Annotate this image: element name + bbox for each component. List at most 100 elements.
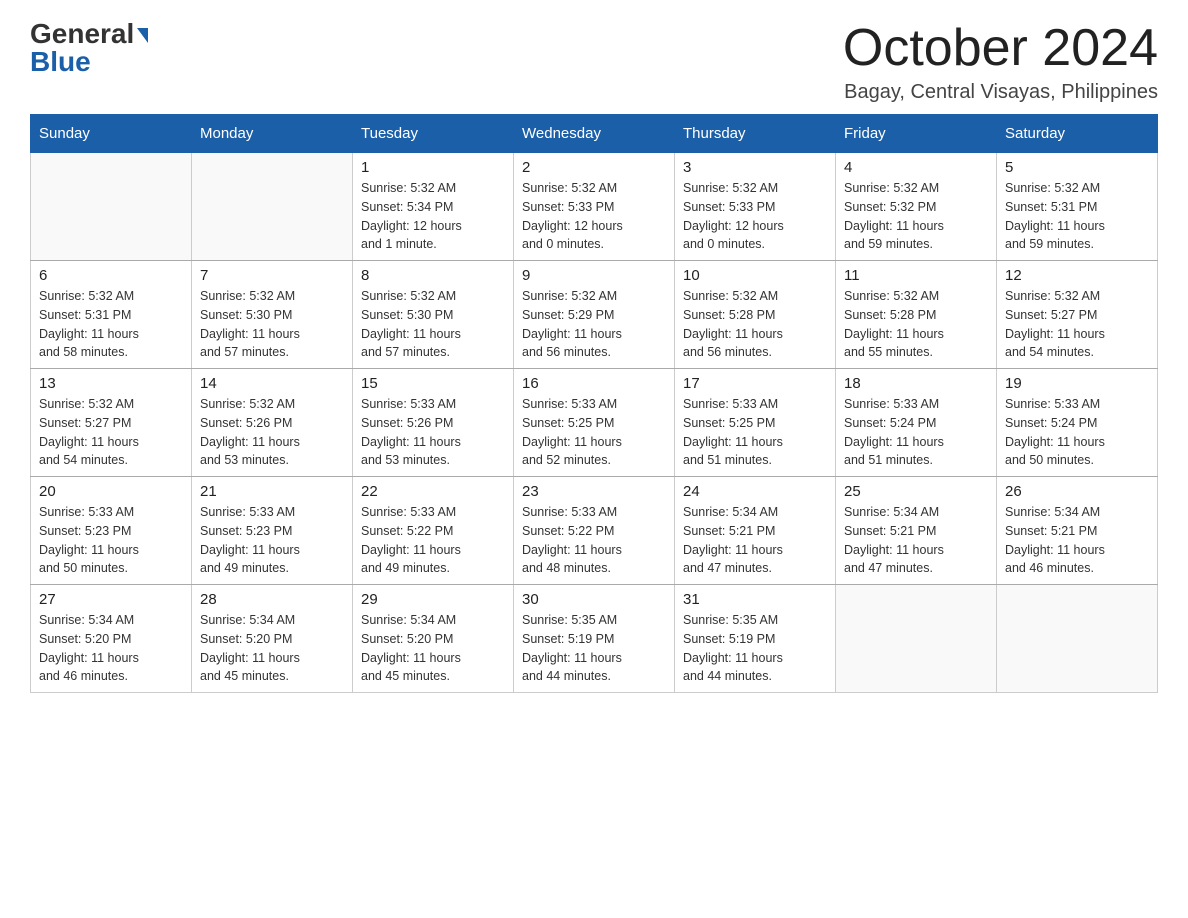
day-number: 1	[361, 159, 505, 176]
day-number: 2	[522, 159, 666, 176]
day-number: 29	[361, 591, 505, 608]
calendar-week-row: 27 Sunrise: 5:34 AM Sunset: 5:20 PM Dayli…	[31, 585, 1158, 693]
day-info: Sunrise: 5:34 AM Sunset: 5:20 PM Dayligh…	[361, 611, 505, 686]
calendar-day-cell: 5 Sunrise: 5:32 AM Sunset: 5:31 PM Daylig…	[997, 153, 1158, 261]
day-info: Sunrise: 5:32 AM Sunset: 5:27 PM Dayligh…	[39, 395, 183, 470]
day-number: 18	[844, 375, 988, 392]
calendar-week-row: 6 Sunrise: 5:32 AM Sunset: 5:31 PM Daylig…	[31, 261, 1158, 369]
day-number: 17	[683, 375, 827, 392]
calendar-day-cell: 19 Sunrise: 5:33 AM Sunset: 5:24 PM Dayli…	[997, 369, 1158, 477]
calendar-day-cell: 3Sunrise: 5:32 AM Sunset: 5:33 PM Daylig…	[675, 153, 836, 261]
calendar-day-cell	[31, 153, 192, 261]
calendar-day-cell: 15Sunrise: 5:33 AM Sunset: 5:26 PM Dayli…	[353, 369, 514, 477]
day-info: Sunrise: 5:32 AM Sunset: 5:28 PM Dayligh…	[844, 287, 988, 362]
day-info: Sunrise: 5:32 AM Sunset: 5:28 PM Dayligh…	[683, 287, 827, 362]
day-number: 27	[39, 591, 183, 608]
page-header: General Blue October 2024 Bagay, Central…	[30, 20, 1158, 104]
day-info: Sunrise: 5:34 AM Sunset: 5:21 PM Dayligh…	[844, 503, 988, 578]
day-info: Sunrise: 5:33 AM Sunset: 5:22 PM Dayligh…	[522, 503, 666, 578]
calendar-header: SundayMondayTuesdayWednesdayThursdayFrid…	[31, 115, 1158, 153]
day-number: 25	[844, 483, 988, 500]
calendar-day-cell: 10 Sunrise: 5:32 AM Sunset: 5:28 PM Dayli…	[675, 261, 836, 369]
calendar-body: 1 Sunrise: 5:32 AM Sunset: 5:34 PM Daylig…	[31, 153, 1158, 693]
location-title: Bagay, Central Visayas, Philippines	[843, 81, 1158, 104]
calendar-day-cell: 18 Sunrise: 5:33 AM Sunset: 5:24 PM Dayli…	[836, 369, 997, 477]
calendar-day-cell: 11 Sunrise: 5:32 AM Sunset: 5:28 PM Dayli…	[836, 261, 997, 369]
weekday-header-monday: Monday	[192, 115, 353, 153]
day-info: Sunrise: 5:33 AM Sunset: 5:22 PM Dayligh…	[361, 503, 505, 578]
calendar-day-cell: 16 Sunrise: 5:33 AM Sunset: 5:25 PM Dayli…	[514, 369, 675, 477]
day-number: 7	[200, 267, 344, 284]
day-info: Sunrise: 5:34 AM Sunset: 5:21 PM Dayligh…	[683, 503, 827, 578]
day-number: 19	[1005, 375, 1149, 392]
day-info: Sunrise: 5:34 AM Sunset: 5:21 PM Dayligh…	[1005, 503, 1149, 578]
day-number: 30	[522, 591, 666, 608]
weekday-header-saturday: Saturday	[997, 115, 1158, 153]
day-number: 22	[361, 483, 505, 500]
calendar-day-cell: 27Sunrise: 5:34 AM Sunset: 5:20 PM Dayli…	[31, 585, 192, 693]
day-number: 6	[39, 267, 183, 284]
calendar-day-cell: 4Sunrise: 5:32 AM Sunset: 5:32 PM Daylig…	[836, 153, 997, 261]
calendar-day-cell: 6 Sunrise: 5:32 AM Sunset: 5:31 PM Daylig…	[31, 261, 192, 369]
day-number: 14	[200, 375, 344, 392]
day-number: 5	[1005, 159, 1149, 176]
day-number: 21	[200, 483, 344, 500]
day-number: 20	[39, 483, 183, 500]
calendar-day-cell: 1 Sunrise: 5:32 AM Sunset: 5:34 PM Daylig…	[353, 153, 514, 261]
day-info: Sunrise: 5:33 AM Sunset: 5:25 PM Dayligh…	[522, 395, 666, 470]
day-number: 10	[683, 267, 827, 284]
calendar-day-cell: 9Sunrise: 5:32 AM Sunset: 5:29 PM Daylig…	[514, 261, 675, 369]
day-info: Sunrise: 5:34 AM Sunset: 5:20 PM Dayligh…	[200, 611, 344, 686]
logo: General Blue	[30, 20, 148, 76]
day-number: 13	[39, 375, 183, 392]
day-info: Sunrise: 5:33 AM Sunset: 5:23 PM Dayligh…	[200, 503, 344, 578]
calendar-table: SundayMondayTuesdayWednesdayThursdayFrid…	[30, 114, 1158, 693]
day-info: Sunrise: 5:32 AM Sunset: 5:33 PM Dayligh…	[683, 179, 827, 254]
logo-blue: Blue	[30, 46, 91, 77]
day-info: Sunrise: 5:32 AM Sunset: 5:27 PM Dayligh…	[1005, 287, 1149, 362]
weekday-header-friday: Friday	[836, 115, 997, 153]
day-number: 23	[522, 483, 666, 500]
calendar-day-cell: 12Sunrise: 5:32 AM Sunset: 5:27 PM Dayli…	[997, 261, 1158, 369]
calendar-day-cell: 23 Sunrise: 5:33 AM Sunset: 5:22 PM Dayli…	[514, 477, 675, 585]
day-number: 8	[361, 267, 505, 284]
weekday-header-row: SundayMondayTuesdayWednesdayThursdayFrid…	[31, 115, 1158, 153]
calendar-day-cell: 21 Sunrise: 5:33 AM Sunset: 5:23 PM Dayli…	[192, 477, 353, 585]
calendar-day-cell: 30 Sunrise: 5:35 AM Sunset: 5:19 PM Dayli…	[514, 585, 675, 693]
day-number: 26	[1005, 483, 1149, 500]
calendar-day-cell: 14Sunrise: 5:32 AM Sunset: 5:26 PM Dayli…	[192, 369, 353, 477]
day-info: Sunrise: 5:32 AM Sunset: 5:33 PM Dayligh…	[522, 179, 666, 254]
day-number: 9	[522, 267, 666, 284]
weekday-header-tuesday: Tuesday	[353, 115, 514, 153]
calendar-day-cell: 7Sunrise: 5:32 AM Sunset: 5:30 PM Daylig…	[192, 261, 353, 369]
day-info: Sunrise: 5:32 AM Sunset: 5:31 PM Dayligh…	[1005, 179, 1149, 254]
calendar-day-cell: 13 Sunrise: 5:32 AM Sunset: 5:27 PM Dayli…	[31, 369, 192, 477]
day-info: Sunrise: 5:32 AM Sunset: 5:31 PM Dayligh…	[39, 287, 183, 362]
day-info: Sunrise: 5:33 AM Sunset: 5:26 PM Dayligh…	[361, 395, 505, 470]
day-info: Sunrise: 5:32 AM Sunset: 5:32 PM Dayligh…	[844, 179, 988, 254]
calendar-day-cell: 20Sunrise: 5:33 AM Sunset: 5:23 PM Dayli…	[31, 477, 192, 585]
day-info: Sunrise: 5:35 AM Sunset: 5:19 PM Dayligh…	[683, 611, 827, 686]
day-info: Sunrise: 5:33 AM Sunset: 5:24 PM Dayligh…	[844, 395, 988, 470]
calendar-week-row: 20 Sunrise: 5:33 AM Sunset: 5:23 PM Dayli…	[31, 477, 1158, 585]
weekday-header-thursday: Thursday	[675, 115, 836, 153]
calendar-day-cell: 28 Sunrise: 5:34 AM Sunset: 5:20 PM Dayli…	[192, 585, 353, 693]
day-number: 31	[683, 591, 827, 608]
month-title: October 2024	[843, 20, 1158, 77]
calendar-day-cell: 25 Sunrise: 5:34 AM Sunset: 5:21 PM Dayli…	[836, 477, 997, 585]
day-info: Sunrise: 5:32 AM Sunset: 5:30 PM Dayligh…	[361, 287, 505, 362]
calendar-day-cell: 8 Sunrise: 5:32 AM Sunset: 5:30 PM Daylig…	[353, 261, 514, 369]
weekday-header-sunday: Sunday	[31, 115, 192, 153]
title-block: October 2024 Bagay, Central Visayas, Phi…	[843, 20, 1158, 104]
calendar-week-row: 1 Sunrise: 5:32 AM Sunset: 5:34 PM Daylig…	[31, 153, 1158, 261]
calendar-week-row: 13 Sunrise: 5:32 AM Sunset: 5:27 PM Dayli…	[31, 369, 1158, 477]
day-number: 11	[844, 267, 988, 284]
day-number: 16	[522, 375, 666, 392]
day-info: Sunrise: 5:32 AM Sunset: 5:34 PM Dayligh…	[361, 179, 505, 254]
calendar-day-cell: 22 Sunrise: 5:33 AM Sunset: 5:22 PM Dayli…	[353, 477, 514, 585]
logo-triangle-icon	[137, 28, 148, 43]
day-info: Sunrise: 5:35 AM Sunset: 5:19 PM Dayligh…	[522, 611, 666, 686]
day-number: 28	[200, 591, 344, 608]
day-info: Sunrise: 5:33 AM Sunset: 5:24 PM Dayligh…	[1005, 395, 1149, 470]
calendar-day-cell: 2 Sunrise: 5:32 AM Sunset: 5:33 PM Daylig…	[514, 153, 675, 261]
